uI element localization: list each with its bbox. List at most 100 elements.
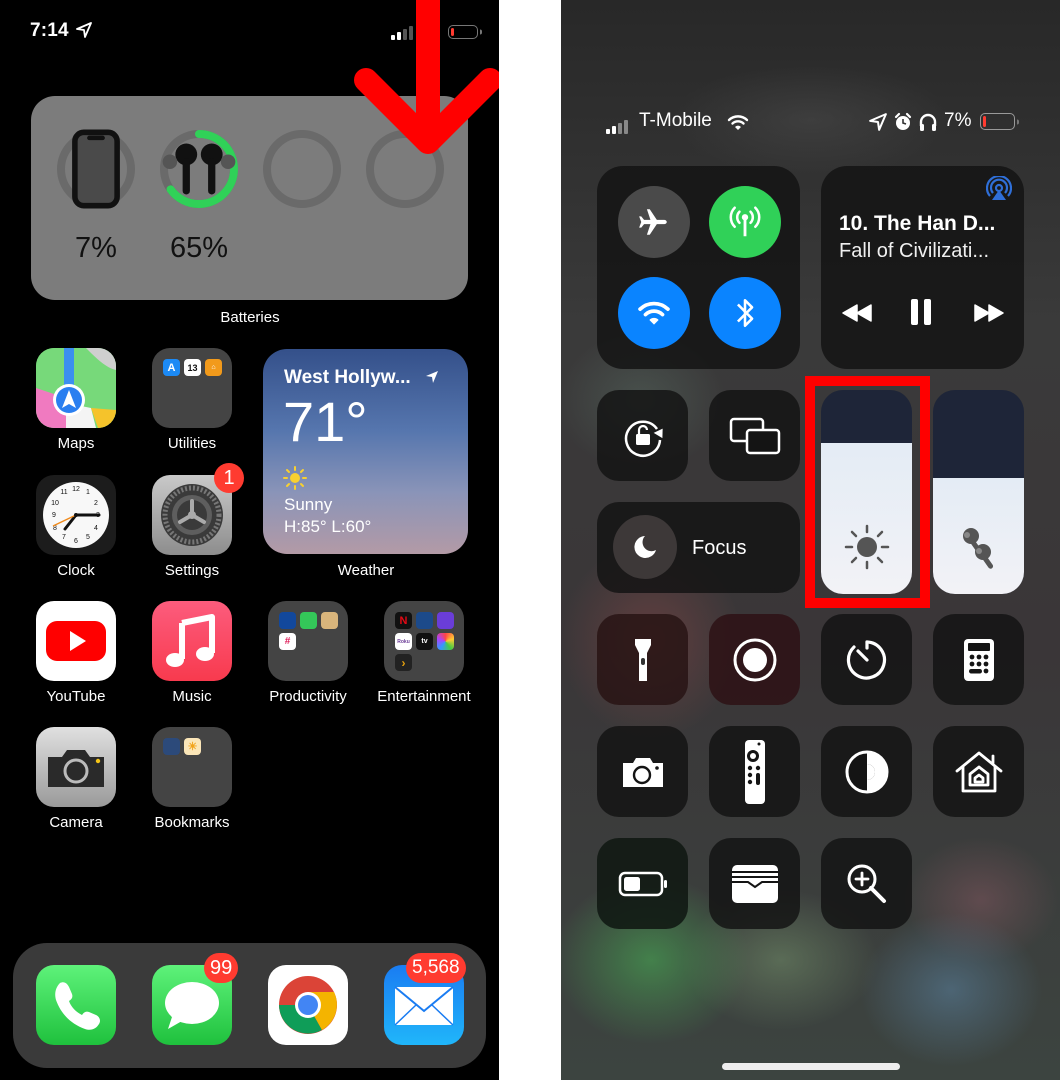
svg-text:12: 12 [72, 486, 80, 493]
weather-temperature: 71° [283, 390, 368, 453]
notification-badge: 99 [204, 953, 239, 983]
screen-mirroring-button[interactable] [709, 390, 800, 481]
app-youtube[interactable]: YouTube [36, 601, 116, 705]
svg-text:9: 9 [52, 512, 56, 519]
battery-ring-empty [262, 129, 342, 209]
home-app-icon: ⌂ [205, 359, 222, 376]
magnifier-icon [847, 864, 886, 903]
cellular-signal-icon [606, 120, 628, 134]
timer-button[interactable] [821, 614, 912, 705]
app-store-icon: A [163, 359, 180, 376]
weather-widget[interactable]: West Hollyw... 71° Sunny H:85° L:60° [263, 349, 468, 554]
svg-text:1: 1 [86, 489, 90, 496]
clock-icon: 123691245781011 [36, 475, 116, 555]
sun-icon [283, 466, 307, 490]
low-power-mode-button[interactable] [597, 838, 688, 929]
app-camera[interactable]: Camera [36, 727, 116, 831]
svg-text:2: 2 [94, 500, 98, 507]
location-arrow-icon [869, 113, 887, 131]
apple-tv-remote-button[interactable] [709, 726, 800, 817]
folder-bookmarks[interactable]: ☀ Bookmarks [152, 727, 232, 831]
wifi-toggle[interactable] [618, 277, 690, 349]
app-label: Utilities [167, 435, 217, 452]
airplay-audio-icon[interactable] [986, 176, 1012, 202]
volume-slider[interactable] [933, 390, 1024, 594]
music-note-icon [152, 601, 232, 681]
camera-button[interactable] [597, 726, 688, 817]
cellular-data-toggle[interactable] [709, 186, 781, 258]
folder-entertainment[interactable]: N Roku tv › Entertainment [377, 601, 471, 705]
now-playing-module[interactable]: 10. The Han D... Fall of Civilizati... [821, 166, 1024, 369]
flashlight-icon [634, 638, 651, 681]
battery-icon [980, 113, 1015, 130]
remote-icon [744, 739, 765, 804]
dark-mode-button[interactable] [821, 726, 912, 817]
roku-icon: Roku [395, 633, 412, 650]
carrier-name: T-Mobile [639, 110, 712, 131]
focus-label: Focus [692, 537, 747, 559]
folder-icon: N Roku tv › [384, 601, 464, 681]
wallet-button[interactable] [709, 838, 800, 929]
airpods-volume-icon [962, 528, 993, 569]
battery-ring-airpods [159, 129, 239, 209]
screen-record-icon [733, 638, 776, 681]
home-button[interactable] [933, 726, 1024, 817]
comcast-icon [279, 612, 296, 629]
youtube-icon [36, 601, 116, 681]
headphones-icon [919, 113, 937, 131]
screen-mirroring-icon [729, 417, 780, 454]
rewind-icon[interactable] [841, 304, 873, 322]
app-settings[interactable]: 1 Settings [152, 463, 244, 579]
bookmark-app-icon [163, 738, 180, 755]
photos-icon [437, 633, 454, 650]
notification-badge: 5,568 [406, 953, 466, 983]
magnifier-button[interactable] [821, 838, 912, 929]
svg-text:6: 6 [74, 538, 78, 545]
svg-text:11: 11 [60, 489, 67, 496]
phone-icon [36, 965, 116, 1045]
airplane-icon [639, 209, 667, 235]
app-maps[interactable]: Maps [36, 348, 116, 452]
maps-icon [36, 348, 116, 428]
folder-utilities[interactable]: A 13 ⌂ Utilities [152, 348, 232, 452]
focus-button[interactable]: Focus [597, 502, 800, 593]
airplane-mode-toggle[interactable] [618, 186, 690, 258]
bluetooth-icon [737, 298, 754, 328]
wallet-icon [731, 864, 778, 903]
track-title: 10. The Han D... [839, 212, 996, 235]
prime-video-icon [416, 612, 433, 629]
calculator-icon [963, 638, 994, 681]
battery-low-power-icon [618, 871, 667, 896]
home-house-icon [955, 751, 1002, 792]
screen-recording-button[interactable] [709, 614, 800, 705]
app-music[interactable]: Music [152, 601, 232, 705]
battery-percent: 7% [944, 110, 972, 131]
hbo-max-icon [437, 612, 454, 629]
folder-icon: A 13 ⌂ [152, 348, 232, 428]
weather-high-low: H:85° L:60° [284, 517, 372, 536]
annotation-arrow-down-icon [354, 0, 499, 154]
pause-icon[interactable] [910, 298, 932, 326]
dock-app-chrome[interactable] [268, 965, 348, 1045]
svg-text:5: 5 [86, 534, 90, 541]
track-subtitle: Fall of Civilizati... [839, 240, 990, 262]
app-clock[interactable]: 123691245781011 Clock [36, 475, 116, 579]
app-label: Settings [164, 562, 220, 579]
fast-forward-icon[interactable] [973, 304, 1005, 322]
orientation-lock-icon [624, 419, 663, 457]
bluetooth-toggle[interactable] [709, 277, 781, 349]
dock-app-mail[interactable]: 5,568 [384, 953, 466, 1045]
dock-app-phone[interactable] [36, 965, 116, 1045]
home-indicator-bar[interactable] [722, 1063, 900, 1070]
camera-icon [622, 757, 663, 787]
dock-app-messages[interactable]: 99 [152, 953, 239, 1045]
svg-text:7: 7 [62, 534, 66, 541]
status-time: 7:14 [30, 20, 69, 41]
flashlight-button[interactable] [597, 614, 688, 705]
connectivity-module [597, 166, 800, 369]
amazon-icon [321, 612, 338, 629]
folder-productivity[interactable]: # Productivity [268, 601, 348, 705]
battery-percent-iphone: 7% [75, 232, 117, 264]
orientation-lock-button[interactable] [597, 390, 688, 481]
calculator-button[interactable] [933, 614, 1024, 705]
